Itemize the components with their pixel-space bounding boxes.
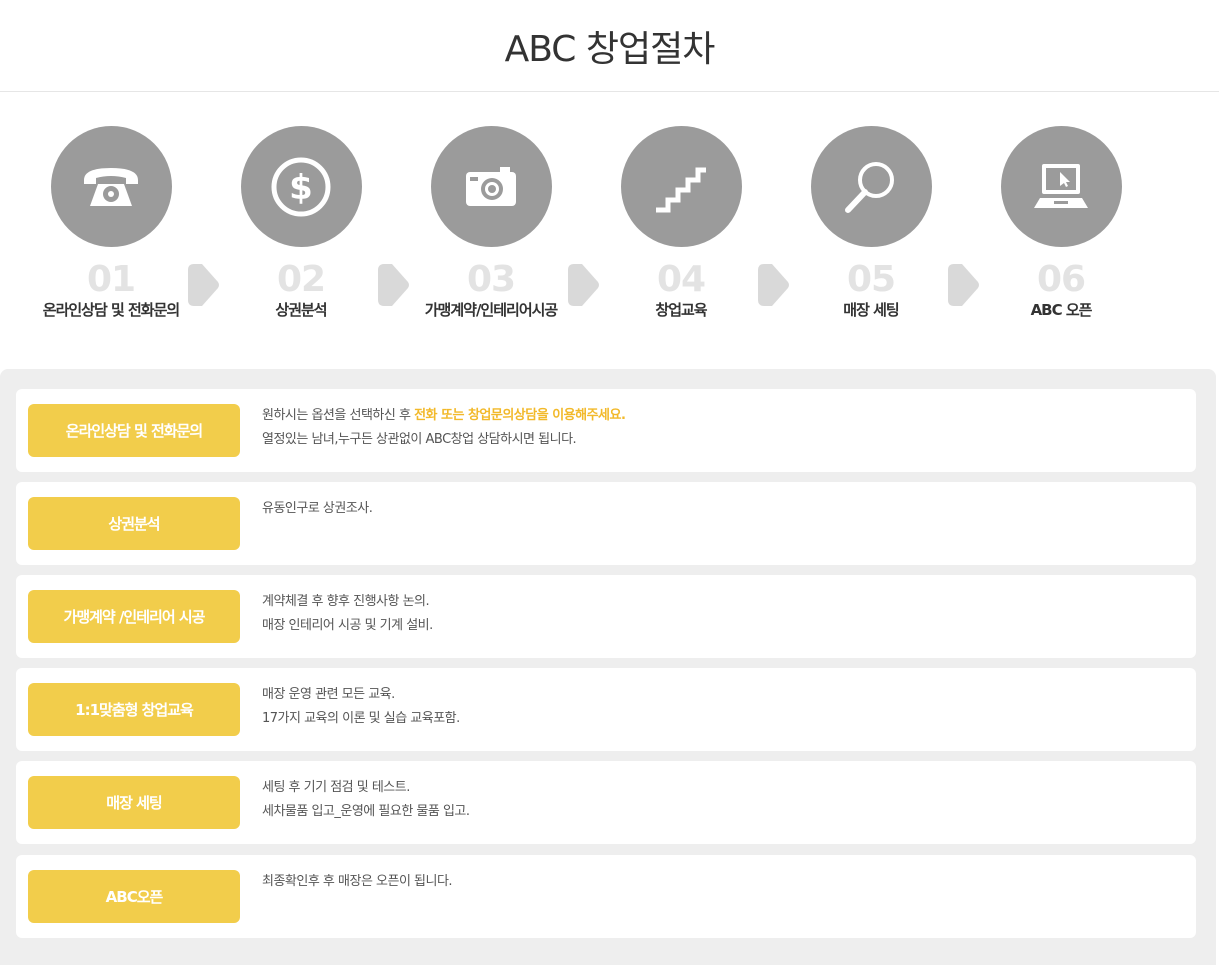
camera-icon (466, 166, 516, 206)
svg-text:$: $ (289, 168, 313, 208)
arrow-right-icon (188, 264, 220, 306)
detail-description: 최종확인후 후 매장은 오픈이 됩니다. (262, 870, 453, 894)
detail-text: 원하시는 옵션을 선택하신 후 (262, 408, 415, 423)
step-details: 온라인상담 및 전화문의 원하시는 옵션을 선택하신 후 전화 또는 창업문의상… (0, 369, 1216, 965)
step-label: ABC 오픈 (1030, 301, 1093, 319)
detail-row: ABC오픈 최종확인후 후 매장은 오픈이 됩니다. (16, 855, 1196, 938)
detail-line: 17가지 교육의 이론 및 실습 교육포함. (262, 711, 460, 726)
detail-row: 매장 세팅 세팅 후 기기 점검 및 테스트. 세차물품 입고_운영에 필요한 … (16, 761, 1196, 844)
step-label: 매장 세팅 (843, 301, 899, 319)
step-3-circle (430, 126, 552, 247)
step-number: 02 (276, 259, 326, 300)
step-2-circle: $ (240, 126, 362, 247)
step-label: 상권분석 (275, 301, 327, 319)
detail-line: 계약체결 후 향후 진행사항 논의. (262, 594, 430, 609)
arrow-right-icon (758, 264, 790, 306)
laptop-icon (1034, 163, 1088, 208)
detail-line: 세차물품 입고_운영에 필요한 물품 입고. (262, 804, 470, 819)
stairs-icon (656, 167, 706, 212)
detail-badge: ABC오픈 (28, 870, 240, 923)
detail-description: 원하시는 옵션을 선택하신 후 전화 또는 창업문의상담을 이용해주세요. 열정… (262, 404, 626, 452)
arrow-right-icon (948, 264, 980, 306)
step-1: 01 온라인상담 및 전화문의 (16, 126, 206, 320)
step-number: 03 (466, 259, 516, 300)
detail-line: 매장 인테리어 시공 및 기계 설비. (262, 618, 433, 633)
page-title: ABC 창업절차 (504, 28, 716, 70)
detail-badge: 가맹계약 /인테리어 시공 (28, 590, 240, 643)
step-number: 06 (1036, 259, 1086, 300)
detail-description: 계약체결 후 향후 진행사항 논의. 매장 인테리어 시공 및 기계 설비. (262, 590, 433, 638)
step-label: 창업교육 (655, 301, 707, 319)
page-header: ABC 창업절차 (0, 0, 1219, 92)
detail-line: 열정있는 남녀,누구든 상관없이 ABC창업 상담하시면 됩니다. (262, 432, 577, 447)
detail-line: 매장 운영 관련 모든 교육. (262, 687, 395, 702)
step-1-circle (50, 126, 172, 247)
detail-description: 매장 운영 관련 모든 교육. 17가지 교육의 이론 및 실습 교육포함. (262, 683, 460, 731)
detail-line: 원하시는 옵션을 선택하신 후 전화 또는 창업문의상담을 이용해주세요. (262, 404, 626, 428)
step-number: 01 (86, 259, 136, 300)
detail-row: 상권분석 유동인구로 상권조사. (16, 482, 1196, 565)
step-number: 04 (656, 259, 706, 300)
detail-line: 유동인구로 상권조사. (262, 501, 373, 516)
detail-description: 세팅 후 기기 점검 및 테스트. 세차물품 입고_운영에 필요한 물품 입고. (262, 776, 470, 824)
detail-highlight: 전화 또는 창업문의상담을 이용해주세요. (414, 408, 626, 423)
detail-badge: 상권분석 (28, 497, 240, 550)
arrow-right-icon (378, 264, 410, 306)
step-4-circle (620, 126, 742, 247)
step-label: 온라인상담 및 전화문의 (42, 301, 180, 319)
step-4: 04 창업교육 (586, 126, 776, 320)
detail-row: 가맹계약 /인테리어 시공 계약체결 후 향후 진행사항 논의. 매장 인테리어… (16, 575, 1196, 658)
dollar-icon: $ (271, 157, 331, 216)
step-5: 05 매장 세팅 (776, 126, 966, 320)
arrow-right-icon (568, 264, 600, 306)
detail-row: 1:1맞춤형 창업교육 매장 운영 관련 모든 교육. 17가지 교육의 이론 … (16, 668, 1196, 751)
detail-line: 세팅 후 기기 점검 및 테스트. (262, 780, 410, 795)
detail-badge: 매장 세팅 (28, 776, 240, 829)
telephone-icon (84, 167, 138, 206)
detail-badge: 1:1맞춤형 창업교육 (28, 683, 240, 736)
process-steps: 01 온라인상담 및 전화문의 $ 02 상권분석 03 가맹계약/인테리어시공 (0, 92, 1219, 368)
step-6: 06 ABC 오픈 (966, 126, 1156, 320)
detail-row: 온라인상담 및 전화문의 원하시는 옵션을 선택하신 후 전화 또는 창업문의상… (16, 389, 1196, 472)
detail-description: 유동인구로 상권조사. (262, 497, 373, 521)
detail-line: 최종확인후 후 매장은 오픈이 됩니다. (262, 874, 453, 889)
step-number: 05 (846, 259, 896, 300)
step-3: 03 가맹계약/인테리어시공 (396, 126, 586, 320)
step-6-circle (1000, 126, 1122, 247)
step-2: $ 02 상권분석 (206, 126, 396, 320)
step-label: 가맹계약/인테리어시공 (424, 301, 558, 319)
magnifier-icon (845, 161, 894, 213)
step-5-circle (810, 126, 932, 247)
detail-badge: 온라인상담 및 전화문의 (28, 404, 240, 457)
